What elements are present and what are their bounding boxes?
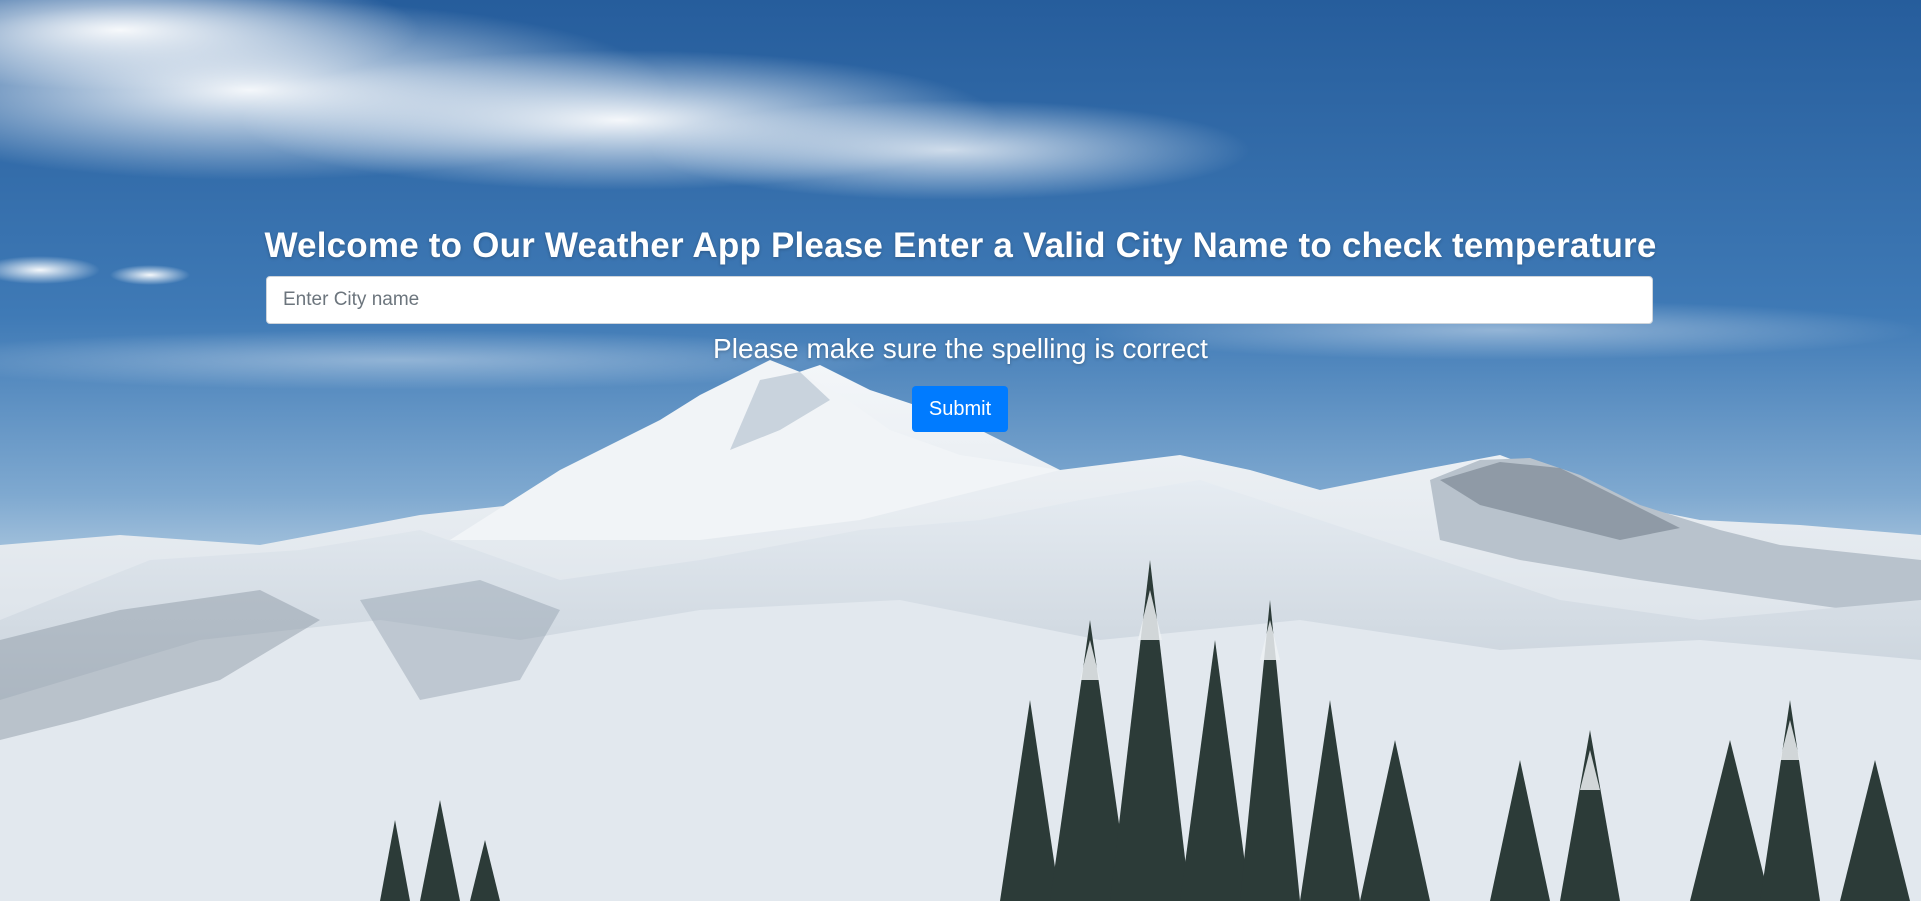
spelling-hint: Please make sure the spelling is correct [713, 333, 1208, 364]
weather-app-form: Welcome to Our Weather App Please Enter … [0, 0, 1921, 901]
page-title: Welcome to Our Weather App Please Enter … [264, 226, 1657, 265]
submit-button[interactable]: Submit [912, 386, 1008, 432]
city-name-input[interactable] [266, 276, 1653, 324]
